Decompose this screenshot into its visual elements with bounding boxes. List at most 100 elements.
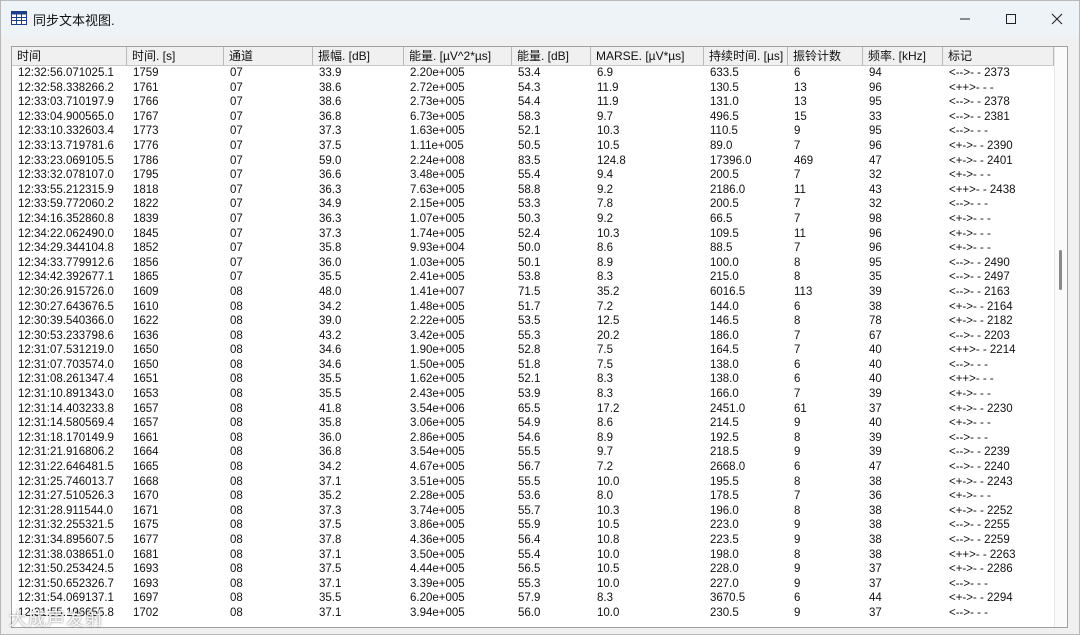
table-row[interactable]: 12:31:18.170149.9 1661 08 36.0 2.86e+005 54.6… — [12, 431, 1054, 446]
cell-frequency: 43 — [869, 183, 882, 196]
cell-duration: 230.5 — [710, 606, 739, 619]
cell-energy-db: 52.4 — [518, 227, 541, 240]
cell-energy-db: 56.0 — [518, 606, 541, 619]
table-row[interactable]: 12:31:50.253424.5 1693 08 37.5 4.44e+005 56.5… — [12, 562, 1054, 577]
vertical-scrollbar[interactable] — [1054, 47, 1067, 627]
table-row[interactable]: 12:33:03.710197.9 1766 07 38.6 2.73e+005 54.4… — [12, 95, 1054, 110]
table-body[interactable]: 12:32:56.071025.1 1759 07 33.9 2.20e+005 53.4… — [12, 66, 1054, 627]
table-row[interactable]: 12:31:50.652326.7 1693 08 37.1 3.39e+005 55.3… — [12, 577, 1054, 592]
cell-channel: 08 — [230, 475, 243, 488]
table-row[interactable]: 12:33:13.719781.6 1776 07 37.5 1.11e+005 50.5… — [12, 139, 1054, 154]
table-row[interactable]: 12:33:04.900565.0 1767 07 36.8 6.73e+005 58.3… — [12, 110, 1054, 125]
table-row[interactable]: 12:30:39.540366.0 1622 08 39.0 2.22e+005 53.5… — [12, 314, 1054, 329]
table-row[interactable]: 12:31:07.531219.0 1650 08 34.6 1.90e+005 52.8… — [12, 343, 1054, 358]
table-row[interactable]: 12:31:14.403233.8 1657 08 41.8 3.54e+006 65.5… — [12, 402, 1054, 417]
column-header-amplitude[interactable]: 振幅. [dB] — [313, 47, 404, 65]
maximize-button[interactable] — [987, 1, 1034, 36]
table-row[interactable]: 12:31:21.916806.2 1664 08 36.8 3.54e+005 55.5… — [12, 445, 1054, 460]
cell-time: 12:33:32.078107.0 — [18, 169, 114, 182]
column-header-ring-count[interactable]: 振铃计数 — [788, 47, 863, 65]
column-header-time-s[interactable]: 时间. [s] — [127, 47, 224, 65]
table-row[interactable]: 12:31:54.069137.1 1697 08 35.5 6.20e+005 57.9… — [12, 591, 1054, 606]
cell-amplitude: 37.1 — [319, 548, 342, 561]
table-row[interactable]: 12:30:27.643676.5 1610 08 34.2 1.48e+005 51.7… — [12, 300, 1054, 315]
minimize-button[interactable] — [941, 1, 988, 36]
cell-ring-count: 9 — [794, 519, 801, 532]
cell-mark: <++>- - 2214 — [949, 344, 1016, 357]
table-row[interactable]: 12:31:25.746013.7 1668 08 37.1 3.51e+005 55.5… — [12, 475, 1054, 490]
column-header-time[interactable]: 时间 — [12, 47, 127, 65]
cell-duration: 215.0 — [710, 271, 739, 284]
table-row[interactable]: 12:31:08.261347.4 1651 08 35.5 1.62e+005 52.1… — [12, 372, 1054, 387]
column-header-mark[interactable]: 标记 — [943, 47, 1054, 65]
cell-amplitude: 35.8 — [319, 417, 342, 430]
table-row[interactable]: 12:31:07.703574.0 1650 08 34.6 1.50e+005 51.8… — [12, 358, 1054, 373]
table-row[interactable]: 12:33:55.212315.9 1818 07 36.3 7.63e+005 58.8… — [12, 183, 1054, 198]
cell-energy-db: 55.9 — [518, 519, 541, 532]
cell-ring-count: 9 — [794, 125, 801, 138]
table-row[interactable]: 12:31:14.580569.4 1657 08 35.8 3.06e+005 54.9… — [12, 416, 1054, 431]
cell-energy-db: 55.4 — [518, 548, 541, 561]
cell-time: 12:34:16.352860.8 — [18, 212, 114, 225]
cell-mark: <+->- - - — [949, 242, 991, 255]
table-row[interactable]: 12:34:22.062490.0 1845 07 37.3 1.74e+005 52.4… — [12, 227, 1054, 242]
cell-mark: <-->- - - — [949, 358, 988, 371]
cell-time: 12:34:22.062490.0 — [18, 227, 114, 240]
cell-time-s: 1650 — [133, 344, 159, 357]
table-row[interactable]: 12:33:10.332603.4 1773 07 37.3 1.63e+005 52.1… — [12, 124, 1054, 139]
cell-energy: 3.48e+005 — [410, 169, 465, 182]
table-row[interactable]: 12:32:56.071025.1 1759 07 33.9 2.20e+005 53.4… — [12, 66, 1054, 81]
column-header-duration[interactable]: 持续时间. [µs] — [704, 47, 788, 65]
table-row[interactable]: 12:34:33.779912.6 1856 07 36.0 1.03e+005 50.1… — [12, 256, 1054, 271]
table-row[interactable]: 12:31:10.891343.0 1653 08 35.5 2.43e+005 53.9… — [12, 387, 1054, 402]
cell-marse: 8.3 — [597, 592, 613, 605]
table-row[interactable]: 12:31:32.255321.5 1675 08 37.5 3.86e+005 55.9… — [12, 518, 1054, 533]
table-row[interactable]: 12:33:32.078107.0 1795 07 36.6 3.48e+005 55.4… — [12, 168, 1054, 183]
column-header-frequency[interactable]: 频率. [kHz] — [863, 47, 943, 65]
table-row[interactable]: 12:33:59.772060.2 1822 07 34.9 2.15e+005 53.3… — [12, 197, 1054, 212]
close-button[interactable] — [1033, 1, 1079, 36]
column-header-energy[interactable]: 能量. [µV^2*µs] — [404, 47, 512, 65]
table-row[interactable]: 12:31:28.911544.0 1671 08 37.3 3.74e+005 55.7… — [12, 504, 1054, 519]
cell-duration: 2668.0 — [710, 461, 746, 474]
cell-time-s: 1767 — [133, 110, 159, 123]
cell-time: 12:30:27.643676.5 — [18, 300, 114, 313]
cell-energy: 1.03e+005 — [410, 256, 465, 269]
cell-marse: 20.2 — [597, 329, 620, 342]
column-header-energy-db[interactable]: 能量. [dB] — [512, 47, 591, 65]
column-header-channel[interactable]: 通道 — [224, 47, 313, 65]
cell-ring-count: 7 — [794, 388, 801, 401]
scrollbar-thumb[interactable] — [1059, 250, 1062, 290]
title-bar[interactable]: 同步文本视图. — [1, 1, 1079, 36]
cell-frequency: 96 — [869, 81, 882, 94]
table-row[interactable]: 12:31:27.510526.3 1670 08 35.2 2.28e+005 53.6… — [12, 489, 1054, 504]
cell-time: 12:33:10.332603.4 — [18, 125, 114, 138]
table-row[interactable]: 12:30:26.915726.0 1609 08 48.0 1.41e+007 71.5… — [12, 285, 1054, 300]
table-row[interactable]: 12:31:55.196655.8 1702 08 37.1 3.94e+005 56.0… — [12, 606, 1054, 621]
cell-time: 12:31:08.261347.4 — [18, 373, 114, 386]
cell-channel: 08 — [230, 490, 243, 503]
table-row[interactable]: 12:32:58.338266.2 1761 07 38.6 2.72e+005 54.3… — [12, 81, 1054, 96]
cell-ring-count: 8 — [794, 256, 801, 269]
cell-duration: 228.0 — [710, 563, 739, 576]
cell-channel: 08 — [230, 417, 243, 430]
table-row[interactable]: 12:31:22.646481.5 1665 08 34.2 4.67e+005 56.7… — [12, 460, 1054, 475]
table-row[interactable]: 12:33:23.069105.5 1786 07 59.0 2.24e+008 83.5… — [12, 154, 1054, 169]
cell-time: 12:31:07.531219.0 — [18, 344, 114, 357]
cell-frequency: 33 — [869, 110, 882, 123]
table-row[interactable]: 12:34:16.352860.8 1839 07 36.3 1.07e+005 50.3… — [12, 212, 1054, 227]
cell-mark: <+->- - - — [949, 490, 991, 503]
cell-frequency: 40 — [869, 344, 882, 357]
column-header-marse[interactable]: MARSE. [µV*µs] — [591, 47, 704, 65]
cell-mark: <-->- - 2255 — [949, 519, 1010, 532]
cell-marse: 7.5 — [597, 344, 613, 357]
cell-marse: 8.6 — [597, 242, 613, 255]
table-row[interactable]: 12:31:38.038651.0 1681 08 37.1 3.50e+005 55.4… — [12, 548, 1054, 563]
table-row[interactable]: 12:34:29.344104.8 1852 07 35.8 9.93e+004 50.0… — [12, 241, 1054, 256]
cell-energy-db: 53.5 — [518, 315, 541, 328]
cell-duration: 109.5 — [710, 227, 739, 240]
table-row[interactable]: 12:34:42.392677.1 1865 07 35.5 2.41e+005 53.8… — [12, 270, 1054, 285]
table-row[interactable]: 12:31:34.895607.5 1677 08 37.8 4.36e+005 56.4… — [12, 533, 1054, 548]
table-row[interactable]: 12:30:53.233798.6 1636 08 43.2 3.42e+005 55.3… — [12, 329, 1054, 344]
cell-marse: 8.3 — [597, 271, 613, 284]
